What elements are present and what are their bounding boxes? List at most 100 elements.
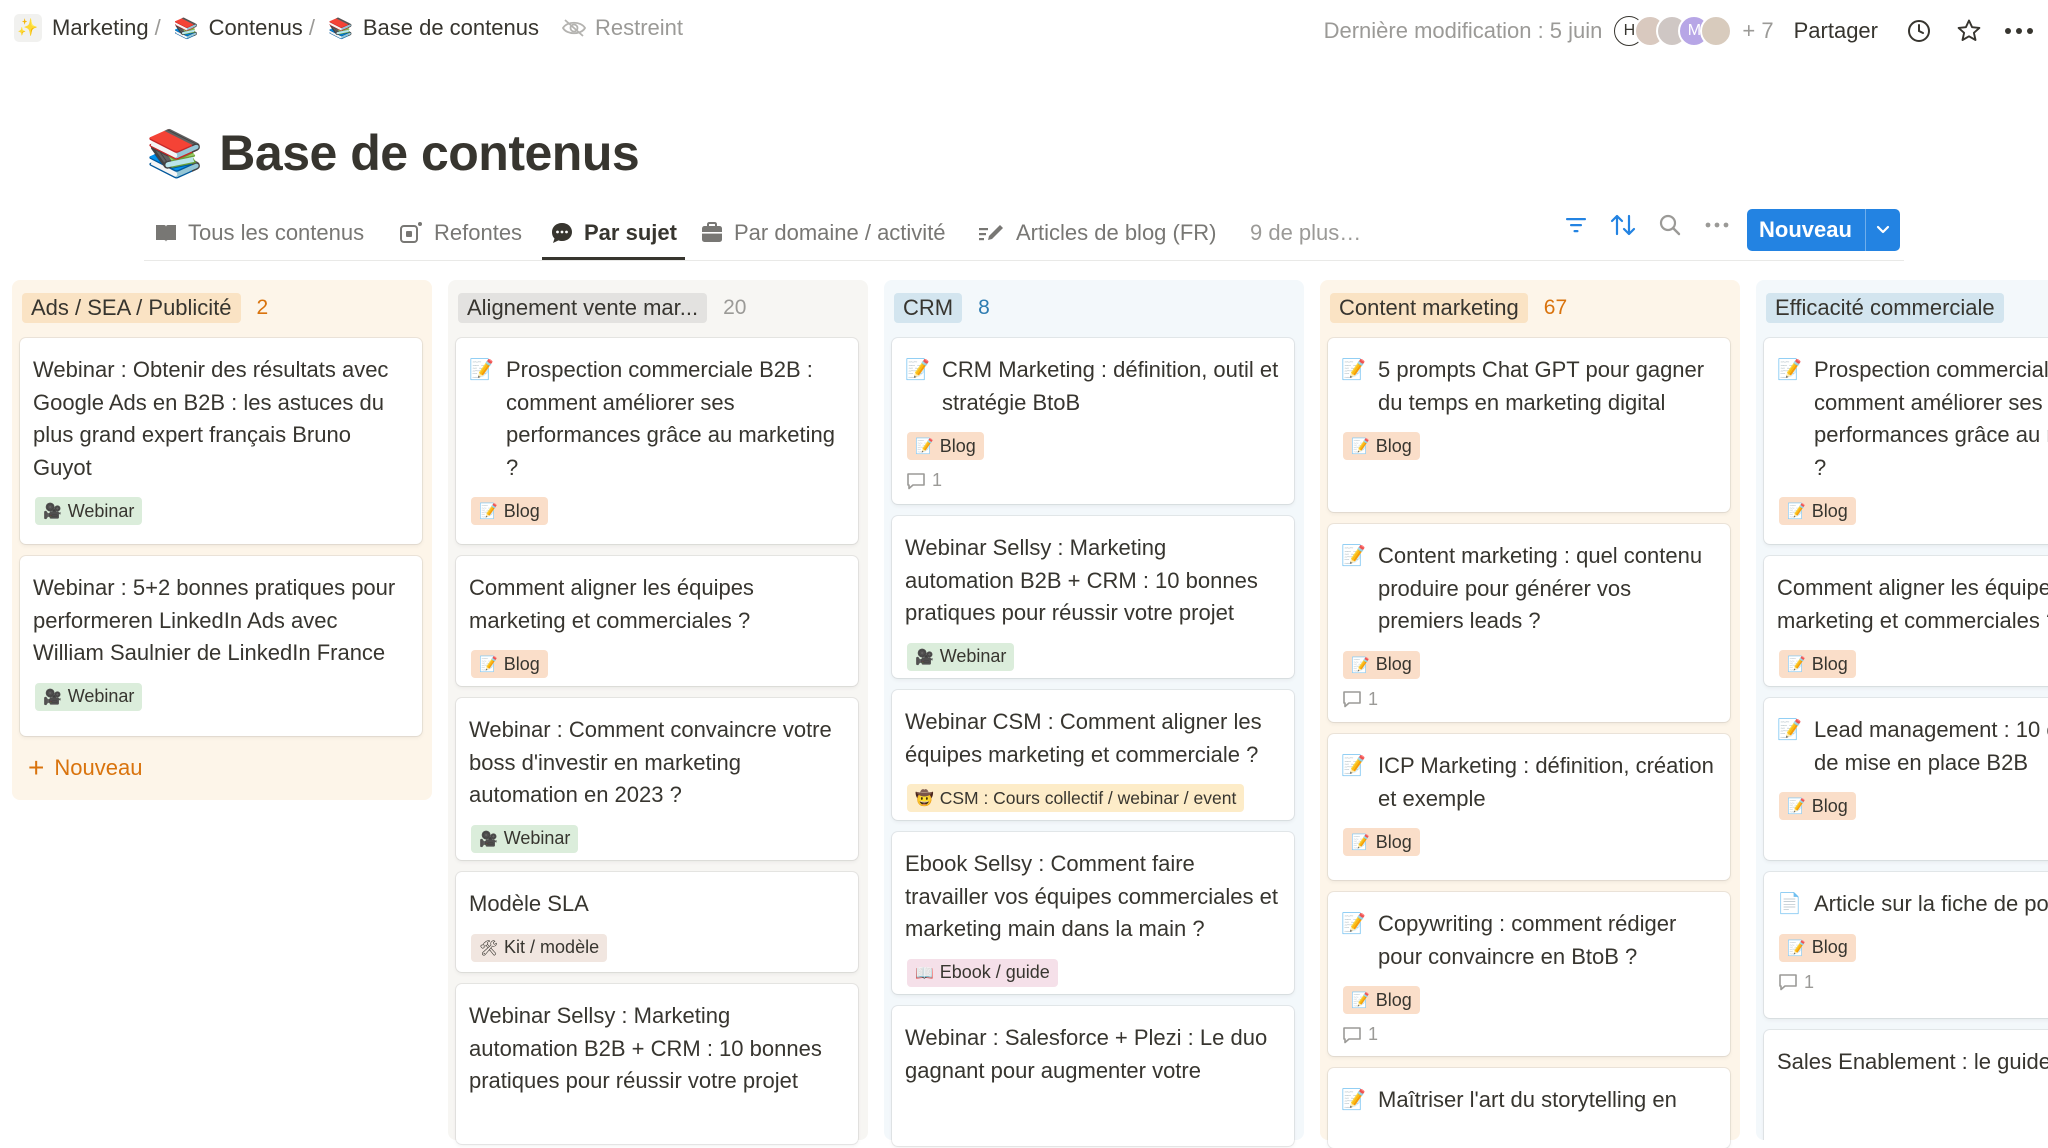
board-card[interactable]: Webinar : Obtenir des résultats avec Goo… bbox=[20, 338, 422, 544]
column-header[interactable]: Ads / SEA / Publicité 2 bbox=[22, 292, 268, 324]
board-column-alignement: Alignement vente mar... 20 📝 Prospection … bbox=[448, 280, 868, 1144]
column-count: 20 bbox=[723, 296, 747, 319]
memo-icon: 📝 bbox=[1341, 1089, 1366, 1111]
board-card[interactable]: Webinar : Salesforce + Plezi : Le duo ga… bbox=[892, 1006, 1294, 1146]
share-button[interactable]: Partager bbox=[1794, 18, 1878, 44]
board-card[interactable]: 📝Prospection commerciale B2B : comment a… bbox=[456, 338, 858, 544]
add-card-label: Nouveau bbox=[54, 755, 143, 780]
column-header[interactable]: Efficacité commerciale bbox=[1766, 292, 2020, 324]
board-card[interactable]: 📄Article sur la fiche de poste 📝Blog 1 bbox=[1764, 872, 2048, 1018]
new-button[interactable]: Nouveau bbox=[1747, 209, 1900, 251]
memo-icon: 📝 bbox=[1341, 913, 1366, 935]
comment-icon bbox=[907, 472, 925, 489]
board-card[interactable]: Comment aligner les équipes marketing et… bbox=[1764, 556, 2048, 686]
breadcrumb-item-marketing[interactable]: ✨ Marketing bbox=[14, 14, 149, 42]
tab-par-domaine[interactable]: Par domaine / activité bbox=[700, 208, 946, 258]
tab-refontes[interactable]: Refontes bbox=[398, 208, 522, 258]
column-header[interactable]: Alignement vente mar... 20 bbox=[458, 292, 746, 324]
card-title: 📝 ICP Marketing : définition, création et… bbox=[1341, 750, 1716, 815]
card-title: 📝 Maîtriser l'art du storytelling en bbox=[1341, 1084, 1716, 1117]
chevron-down-icon[interactable] bbox=[1864, 209, 1900, 251]
add-card-button[interactable]: + Nouveau bbox=[28, 752, 142, 784]
view-more-icon[interactable] bbox=[1703, 211, 1731, 239]
board-card[interactable]: Comment aligner les équipes marketing et… bbox=[456, 556, 858, 686]
comment-count[interactable]: 1 bbox=[1778, 972, 2048, 993]
open-book-icon: 📖 bbox=[915, 964, 934, 982]
extra-members[interactable]: + 7 bbox=[1742, 18, 1773, 44]
card-title: 📝Prospection commerciale B2B : comment a… bbox=[469, 354, 844, 484]
plus-icon: + bbox=[28, 752, 45, 783]
board-card[interactable]: Webinar : 5+2 bonnes pratiques pour perf… bbox=[20, 556, 422, 736]
memo-icon: 📝 bbox=[915, 438, 934, 455]
memo-icon: 📝 bbox=[1351, 834, 1370, 851]
breadcrumb-label: Base de contenus bbox=[362, 15, 539, 40]
comment-count[interactable]: 1 bbox=[1342, 689, 1716, 710]
page-title-text[interactable]: Base de contenus bbox=[219, 124, 639, 182]
edit-icon bbox=[979, 225, 1003, 241]
comment-count[interactable]: 1 bbox=[906, 470, 1280, 491]
tab-label: Refontes bbox=[434, 220, 523, 245]
comment-count[interactable]: 1 bbox=[1342, 1024, 1716, 1045]
column-count: 2 bbox=[256, 296, 269, 319]
briefcase-icon bbox=[702, 222, 722, 242]
board-card[interactable]: 📝 Maîtriser l'art du storytelling en bbox=[1328, 1068, 1730, 1148]
more-options-icon[interactable] bbox=[2004, 16, 2034, 46]
star-icon[interactable] bbox=[1954, 16, 1984, 46]
more-views-button[interactable]: 9 de plus… bbox=[1250, 220, 1361, 246]
content-type-tag: 📝 Blog bbox=[1343, 650, 1420, 679]
content-type-tag: 📝 Blog bbox=[1779, 933, 1856, 962]
video-camera-icon: 🎥 bbox=[43, 688, 62, 706]
tab-articles-de-blog[interactable]: Articles de blog (FR) bbox=[978, 208, 1217, 258]
breadcrumb-item-contenus[interactable]: 📚 Contenus bbox=[174, 15, 303, 41]
restricted-badge[interactable]: Restreint bbox=[561, 15, 683, 41]
card-title: Webinar : Salesforce + Plezi : Le duo ga… bbox=[905, 1025, 1268, 1083]
card-title: Ebook Sellsy : Comment faire travailler … bbox=[905, 851, 1278, 941]
board-card[interactable]: 📝Lead management : 10 conseils de mise e… bbox=[1764, 698, 2048, 860]
comment-icon bbox=[1779, 974, 1797, 991]
avatar-group[interactable]: H M bbox=[1614, 15, 1733, 47]
column-title: Alignement vente mar... bbox=[458, 293, 708, 323]
breadcrumb-item-base[interactable]: 📚 Base de contenus bbox=[328, 15, 539, 41]
card-title: 📝 CRM Marketing : définition, outil et st… bbox=[905, 354, 1280, 419]
board-card[interactable]: Webinar Sellsy : Marketing automation B2… bbox=[456, 984, 858, 1144]
board-card[interactable]: 📝 Copywriting : comment rédiger pour conv… bbox=[1328, 892, 1730, 1056]
board-card[interactable]: Sales Enablement : le guide bbox=[1764, 1030, 2048, 1140]
board-card[interactable]: 📝Prospection commerciale B2B : comment a… bbox=[1764, 338, 2048, 544]
breadcrumb-label: Marketing bbox=[52, 15, 149, 40]
board-card[interactable]: 📝 ICP Marketing : définition, création et… bbox=[1328, 734, 1730, 880]
video-camera-icon: 🎥 bbox=[915, 648, 934, 666]
board-card[interactable]: 📝 CRM Marketing : définition, outil et st… bbox=[892, 338, 1294, 504]
board-card[interactable]: Webinar : Comment convaincre votre boss … bbox=[456, 698, 858, 860]
card-title: Webinar Sellsy : Marketing automation B2… bbox=[469, 1003, 822, 1093]
last-modified[interactable]: Dernière modification : 5 juin bbox=[1324, 18, 1603, 44]
books-icon[interactable]: 📚 bbox=[146, 126, 203, 181]
board-card[interactable]: Webinar CSM : Comment aligner les équipe… bbox=[892, 690, 1294, 820]
filter-icon[interactable] bbox=[1562, 211, 1590, 239]
tab-par-sujet[interactable]: Par sujet bbox=[542, 208, 685, 260]
card-title: 📝 5 prompts Chat GPT pour gagner du temps… bbox=[1341, 354, 1716, 419]
board-card[interactable]: 📝 Content marketing : quel contenu produi… bbox=[1328, 524, 1730, 722]
eye-slash-icon bbox=[561, 19, 587, 37]
board-card[interactable]: Modèle SLA 🛠 Kit / modèle bbox=[456, 872, 858, 972]
breadcrumb-separator: / bbox=[154, 15, 161, 40]
breadcrumb-separator: / bbox=[308, 15, 315, 40]
search-icon[interactable] bbox=[1656, 211, 1684, 239]
tab-tous-les-contenus[interactable]: Tous les contenus bbox=[154, 208, 364, 258]
breadcrumb-label: Contenus bbox=[208, 15, 303, 40]
column-title: Content marketing bbox=[1330, 293, 1528, 323]
board-card[interactable]: Ebook Sellsy : Comment faire travailler … bbox=[892, 832, 1294, 994]
chat-bubble-icon bbox=[552, 223, 572, 243]
column-header[interactable]: CRM 8 bbox=[894, 292, 990, 324]
board-card[interactable]: 📝 5 prompts Chat GPT pour gagner du temps… bbox=[1328, 338, 1730, 512]
new-button-label: Nouveau bbox=[1759, 217, 1852, 242]
content-type-tag: 🤠 CSM : Cours collectif / webinar / event bbox=[907, 784, 1245, 812]
sort-icon[interactable] bbox=[1609, 211, 1637, 239]
column-header[interactable]: Content marketing 67 bbox=[1330, 292, 1567, 324]
card-title: 📝 Content marketing : quel contenu produi… bbox=[1341, 540, 1716, 638]
history-icon[interactable] bbox=[1904, 16, 1934, 46]
content-type-tag: 🎥 Webinar bbox=[35, 497, 143, 525]
content-type-tag: 📝 Blog bbox=[1779, 497, 1856, 525]
board-card[interactable]: Webinar Sellsy : Marketing automation B2… bbox=[892, 516, 1294, 678]
card-title: Sales Enablement : le guide bbox=[1777, 1049, 2048, 1074]
card-title: Webinar Sellsy : Marketing automation B2… bbox=[905, 535, 1258, 625]
